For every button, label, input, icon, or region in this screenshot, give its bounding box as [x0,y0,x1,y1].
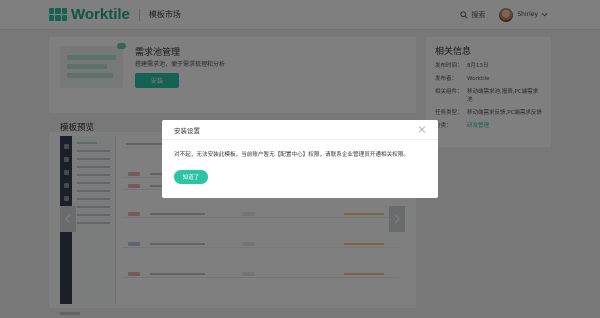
ok-button[interactable]: 知道了 [174,170,208,184]
install-settings-dialog: 安装设置 对不起，无法安装此模板，当前账户暂无【配置中心】权限，请联系企业管理员… [162,120,438,198]
dialog-message: 对不起，无法安装此模板，当前账户暂无【配置中心】权限，请联系企业管理员开通相关权… [174,152,409,158]
close-icon[interactable] [418,126,426,134]
dialog-header: 安装设置 [162,120,438,140]
dialog-title: 安装设置 [174,126,200,135]
